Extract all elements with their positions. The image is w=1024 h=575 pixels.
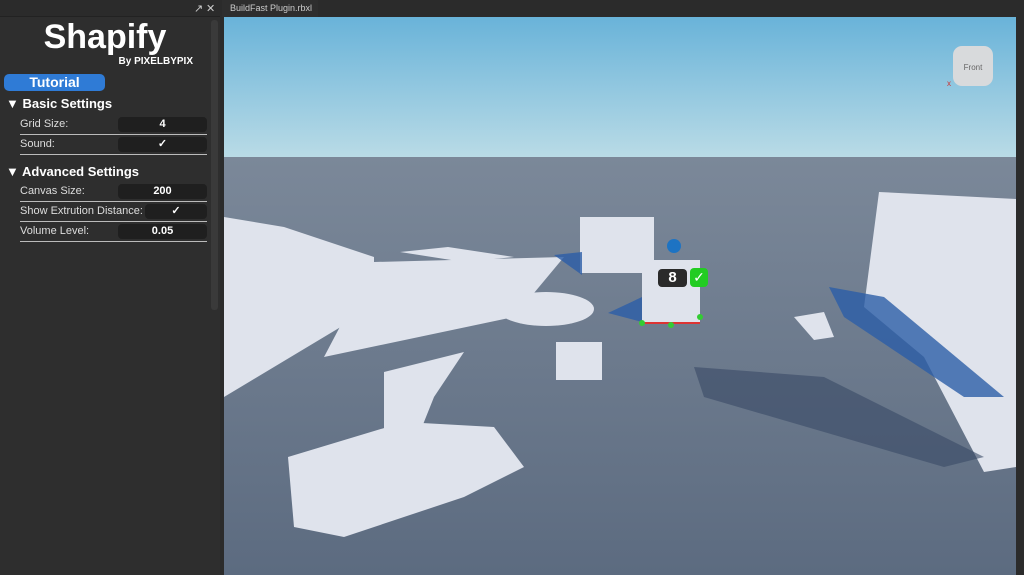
volume-level-label: Volume Level:	[20, 225, 90, 237]
volume-level-row: Volume Level: 0.05	[20, 222, 207, 242]
basic-settings-header[interactable]: ▼ Basic Settings	[6, 96, 112, 111]
canvas-size-label: Canvas Size:	[20, 185, 85, 197]
canvas-size-row: Canvas Size: 200	[20, 182, 207, 202]
grid-size-input[interactable]: 4	[118, 117, 207, 132]
tab-bar: BuildFast Plugin.rbxl ✕	[222, 0, 1024, 30]
sound-row: Sound: ✓	[20, 135, 207, 155]
viewport-border	[1016, 17, 1024, 575]
panel-scrollbar[interactable]	[211, 20, 218, 310]
confirm-shape-button[interactable]: ✓	[690, 268, 708, 287]
canvas-size-input[interactable]: 200	[118, 184, 207, 199]
advanced-settings-header[interactable]: ▼ Advanced Settings	[6, 164, 139, 179]
move-handle[interactable]	[667, 239, 681, 253]
scene	[224, 17, 1016, 575]
grid-size-label: Grid Size:	[20, 118, 69, 130]
grid-size-row: Grid Size: 4	[20, 115, 207, 135]
view-cube[interactable]: Front	[953, 46, 993, 86]
3d-viewport[interactable]	[224, 17, 1016, 575]
plugin-byline: By PIXELBYPIX	[118, 56, 193, 67]
tutorial-button[interactable]: Tutorial	[4, 74, 105, 91]
volume-level-input[interactable]: 0.05	[118, 224, 207, 239]
view-cube-front-label: Front	[963, 63, 983, 72]
plugin-title: Shapify	[43, 18, 167, 56]
sound-label: Sound:	[20, 138, 55, 150]
tab-buildfast-plugin[interactable]: BuildFast Plugin.rbxl ✕	[222, 0, 318, 30]
sky	[224, 17, 1016, 157]
panel-titlebar: ↗ ✕	[0, 0, 220, 17]
show-extrusion-row: Show Extrution Distance: ✓	[20, 202, 207, 222]
point-count-badge: 8	[658, 269, 687, 287]
tab-label: BuildFast Plugin.rbxl	[230, 3, 313, 13]
show-extrusion-label: Show Extrution Distance:	[20, 205, 143, 217]
close-icon[interactable]: ✕	[206, 2, 215, 15]
shapify-plugin-panel: ↗ ✕ Shapify By PIXELBYPIX Tutorial ▼ Bas…	[0, 0, 220, 575]
show-extrusion-toggle[interactable]: ✓	[145, 204, 207, 219]
x-axis-label: x	[947, 79, 951, 88]
popout-icon[interactable]: ↗	[194, 2, 203, 15]
sound-toggle[interactable]: ✓	[118, 137, 207, 152]
